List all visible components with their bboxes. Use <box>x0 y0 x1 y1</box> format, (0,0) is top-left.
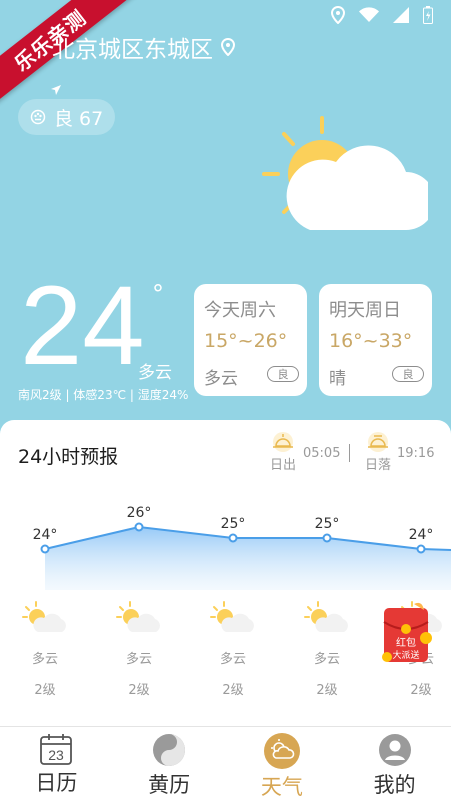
temperature-label: 25° <box>315 516 340 532</box>
temperature-point <box>40 544 50 554</box>
today-card[interactable]: 今天周六 15°~26° 多云 良 <box>194 284 307 396</box>
hourly-wind: 2级 <box>222 683 244 698</box>
sunset-time: 19:16 <box>397 446 435 461</box>
hourly-wind: 2级 <box>34 683 56 698</box>
sunset-indicator: 日落 <box>365 432 391 473</box>
tab-weather[interactable]: 天气 <box>226 727 339 801</box>
tomorrow-aqi-badge: 良 <box>392 366 424 382</box>
current-temperature: 24 <box>20 263 145 388</box>
hourly-forecast-item: 多云 2级 <box>0 600 92 698</box>
hourly-wind: 2级 <box>316 683 338 698</box>
hourly-wind: 2级 <box>410 683 432 698</box>
hourly-forecast-item: 多云 2级 <box>280 600 374 698</box>
partly-cloudy-icon <box>304 601 348 632</box>
partly-cloudy-icon <box>22 601 66 632</box>
temperature-point <box>322 533 332 543</box>
tab-profile[interactable]: 我的 <box>338 727 451 801</box>
partly-cloudy-icon <box>210 601 254 632</box>
weather-tab-icon <box>263 733 300 769</box>
location-pin-icon <box>221 38 235 56</box>
profile-icon <box>378 734 411 766</box>
temperature-label: 24° <box>33 527 58 543</box>
sunset-label: 日落 <box>365 458 392 473</box>
hourly-forecast-item: 多云 2级 <box>186 600 280 698</box>
location-status-icon <box>331 6 345 24</box>
tomorrow-condition: 晴 <box>329 369 346 389</box>
hourly-condition: 多云 <box>125 652 152 667</box>
tab-almanac-label: 黄历 <box>148 773 191 797</box>
air-quality-icon <box>30 109 46 125</box>
tomorrow-day-name: 明天周日 <box>329 300 401 321</box>
partly-cloudy-icon <box>116 601 160 632</box>
sunrise-icon <box>273 432 293 452</box>
hourly-forecast-item: 多云 2级 <box>92 600 186 698</box>
weather-details: 南风2级 | 体感23℃ | 湿度24% <box>18 388 189 402</box>
hourly-condition: 多云 <box>31 652 58 667</box>
tab-calendar[interactable]: 23 日历 <box>0 727 113 801</box>
hourly-condition: 多云 <box>313 652 340 667</box>
navigation-arrow-icon <box>51 85 61 95</box>
location-name: 北京城区东城区 <box>52 37 213 63</box>
hourly-wind: 2级 <box>128 683 150 698</box>
tab-almanac[interactable]: 黄历 <box>113 727 226 801</box>
degree-symbol: ° <box>152 280 164 308</box>
battery-icon <box>423 6 433 24</box>
promo-line2: 大派送 <box>392 649 419 661</box>
temperature-point <box>416 544 426 554</box>
sunrise-time: 05:05 <box>303 446 341 461</box>
tomorrow-temp-range: 16°~33° <box>329 330 413 352</box>
sunrise-indicator: 日出 <box>270 432 296 473</box>
calendar-icon: 23 <box>40 734 73 765</box>
hourly-forecast-panel: 24小时预报 日出 05:05 日落 19:16 24° 26° 25° 25° 24°… <box>0 420 451 730</box>
bottom-tab-bar: 23 日历 黄历 天气 我的 <box>0 726 451 801</box>
yin-yang-icon <box>153 734 186 766</box>
partly-cloudy-illustration <box>262 116 428 230</box>
sun-divider <box>349 444 350 462</box>
status-bar <box>331 6 433 24</box>
temperature-area <box>45 527 451 590</box>
tab-weather-label: 天气 <box>260 775 303 799</box>
hourly-condition: 多云 <box>219 652 246 667</box>
temperature-label: 26° <box>127 505 152 521</box>
current-condition: 多云 <box>138 363 172 383</box>
tab-calendar-label: 日历 <box>35 771 78 795</box>
temperature-point <box>134 522 144 532</box>
hourly-forecast-title: 24小时预报 <box>18 446 119 468</box>
temperature-point <box>228 533 238 543</box>
aqi-badge[interactable]: 良 67 <box>18 99 116 135</box>
today-condition: 多云 <box>204 369 238 389</box>
tomorrow-card[interactable]: 明天周日 16°~33° 晴 良 <box>319 284 432 396</box>
today-temp-range: 15°~26° <box>204 330 288 352</box>
temperature-label: 25° <box>221 516 246 532</box>
red-packet-promo[interactable]: 红包 大派送 <box>378 602 438 672</box>
today-aqi-badge: 良 <box>267 366 299 382</box>
aqi-text: 良 67 <box>54 107 104 130</box>
hourly-temperature-chart: 24° 26° 25° 25° 24° <box>33 505 451 590</box>
signal-icon <box>393 7 409 23</box>
promo-line1: 红包 <box>396 636 416 649</box>
sunrise-label: 日出 <box>270 458 297 473</box>
wifi-icon <box>359 7 379 22</box>
calendar-date: 23 <box>49 747 65 763</box>
sunset-icon <box>368 432 388 452</box>
tab-profile-label: 我的 <box>373 773 416 797</box>
location-selector[interactable]: 北京城区东城区 <box>52 30 235 64</box>
temperature-label: 24° <box>409 527 434 543</box>
today-day-name: 今天周六 <box>204 300 276 321</box>
